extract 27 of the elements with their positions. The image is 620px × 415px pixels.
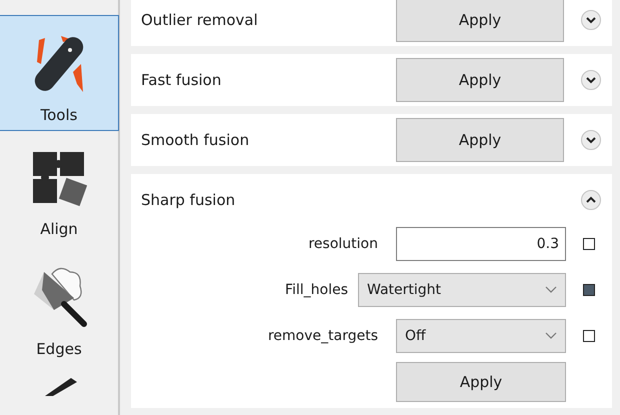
dropdown[interactable]: Watertight bbox=[358, 273, 566, 307]
caret-icon bbox=[545, 332, 557, 340]
section-title: Smooth fusion bbox=[141, 131, 250, 149]
apply-button[interactable]: Apply bbox=[396, 118, 564, 162]
sidebar-item[interactable]: Edges bbox=[0, 253, 119, 365]
section-title: Sharp fusion bbox=[141, 191, 236, 209]
sidebar-item[interactable]: Align bbox=[0, 139, 119, 245]
param-label: Fill_holes bbox=[285, 282, 348, 298]
input-field[interactable]: 0.3 bbox=[396, 227, 566, 261]
expand-icon[interactable] bbox=[580, 129, 602, 151]
sidebar-item[interactable]: Tools bbox=[0, 15, 119, 131]
param-label: remove_targets bbox=[268, 328, 378, 344]
dropdown[interactable]: Off bbox=[396, 319, 566, 353]
param-label: resolution bbox=[308, 236, 378, 252]
collapse-icon[interactable] bbox=[580, 189, 602, 211]
apply-button[interactable]: Apply bbox=[396, 0, 564, 42]
expand-icon[interactable] bbox=[580, 9, 602, 31]
section-title: Outlier removal bbox=[141, 11, 258, 29]
caret-icon bbox=[545, 286, 557, 294]
puzzle-icon bbox=[31, 150, 87, 208]
checkbox[interactable] bbox=[583, 238, 595, 250]
checkbox[interactable] bbox=[583, 284, 595, 296]
apply-button[interactable]: Apply bbox=[396, 58, 564, 102]
checkbox[interactable] bbox=[583, 330, 595, 342]
apply-button[interactable]: Apply bbox=[396, 362, 566, 402]
expand-icon[interactable] bbox=[580, 69, 602, 91]
section-title: Fast fusion bbox=[141, 71, 222, 89]
